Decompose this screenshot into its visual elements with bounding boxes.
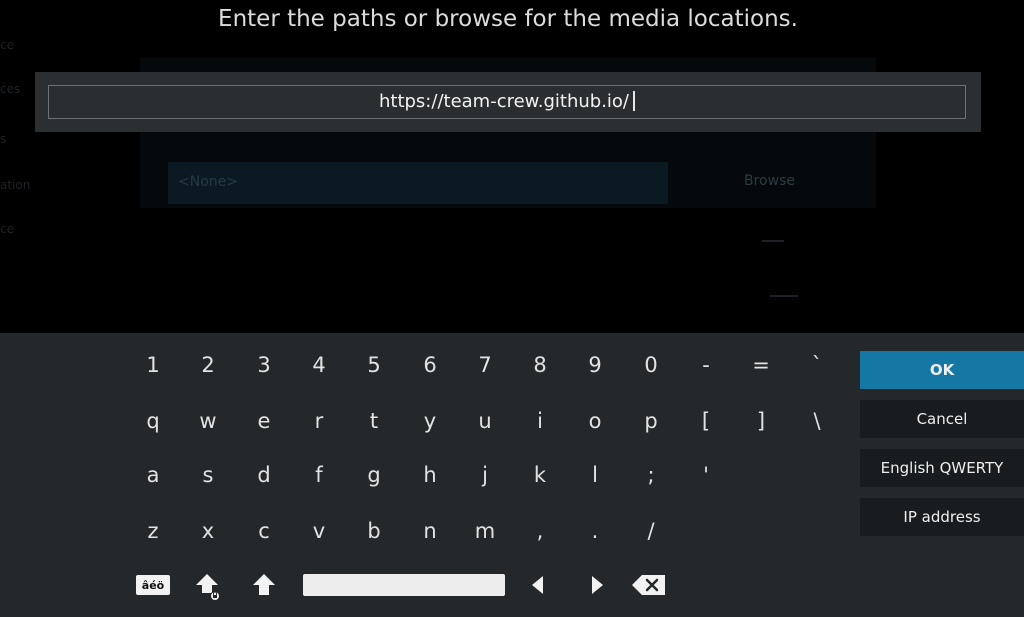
key[interactable]: x bbox=[183, 511, 233, 551]
background-browse-button: Browse bbox=[744, 173, 795, 189]
shift-key[interactable] bbox=[250, 572, 278, 598]
key[interactable]: q bbox=[128, 401, 178, 441]
key[interactable]: 8 bbox=[515, 345, 565, 385]
background-side-label: s bbox=[0, 132, 7, 146]
backspace-icon bbox=[632, 575, 665, 595]
key[interactable]: 1 bbox=[128, 345, 178, 385]
background-side-label: ce bbox=[0, 38, 14, 52]
key[interactable]: f bbox=[294, 455, 344, 495]
key[interactable]: 0 bbox=[626, 345, 676, 385]
key[interactable]: ] bbox=[736, 401, 786, 441]
shift-icon bbox=[253, 574, 275, 595]
cursor-right-key[interactable] bbox=[586, 574, 608, 596]
key[interactable]: i bbox=[515, 401, 565, 441]
key[interactable]: 4 bbox=[294, 345, 344, 385]
background-side-label: ces bbox=[0, 82, 21, 96]
key[interactable]: j bbox=[460, 455, 510, 495]
key[interactable]: [ bbox=[681, 401, 731, 441]
text-caret bbox=[633, 91, 635, 111]
key[interactable]: g bbox=[349, 455, 399, 495]
key[interactable]: ; bbox=[626, 455, 676, 495]
key[interactable]: ` bbox=[792, 345, 842, 385]
key[interactable]: n bbox=[405, 511, 455, 551]
background-side-label: ce bbox=[0, 222, 14, 236]
key[interactable]: k bbox=[515, 455, 565, 495]
arrow-right-icon bbox=[592, 576, 603, 594]
key[interactable]: 9 bbox=[570, 345, 620, 385]
key[interactable]: ' bbox=[681, 455, 731, 495]
key[interactable]: m bbox=[460, 511, 510, 551]
cursor-left-key[interactable] bbox=[527, 574, 549, 596]
caps-lock-key[interactable] bbox=[193, 571, 223, 601]
keyboard-layout-button[interactable]: English QWERTY bbox=[860, 449, 1024, 487]
key[interactable]: = bbox=[736, 345, 786, 385]
space-key[interactable] bbox=[303, 574, 505, 596]
key[interactable]: y bbox=[405, 401, 455, 441]
key[interactable]: , bbox=[515, 511, 565, 551]
key[interactable]: t bbox=[349, 401, 399, 441]
key[interactable]: 3 bbox=[239, 345, 289, 385]
background-divider bbox=[770, 295, 798, 297]
ip-address-button[interactable]: IP address bbox=[860, 498, 1024, 536]
background-path-field bbox=[168, 162, 668, 204]
key[interactable]: p bbox=[626, 401, 676, 441]
key[interactable]: 5 bbox=[349, 345, 399, 385]
key[interactable]: d bbox=[239, 455, 289, 495]
key[interactable]: . bbox=[570, 511, 620, 551]
background-side-label: ation bbox=[0, 178, 31, 192]
caps-lock-icon bbox=[196, 574, 220, 601]
background-divider bbox=[762, 240, 784, 242]
accented-chars-key[interactable]: âéö bbox=[136, 575, 170, 595]
key[interactable]: e bbox=[239, 401, 289, 441]
key[interactable]: a bbox=[128, 455, 178, 495]
dialog-heading: Enter the paths or browse for the media … bbox=[218, 6, 798, 32]
key[interactable]: c bbox=[239, 511, 289, 551]
key[interactable]: 7 bbox=[460, 345, 510, 385]
key[interactable]: r bbox=[294, 401, 344, 441]
key[interactable]: z bbox=[128, 511, 178, 551]
key[interactable]: - bbox=[681, 345, 731, 385]
key[interactable]: u bbox=[460, 401, 510, 441]
key[interactable]: o bbox=[570, 401, 620, 441]
key[interactable]: 6 bbox=[405, 345, 455, 385]
key[interactable]: h bbox=[405, 455, 455, 495]
background-path-placeholder: <None> bbox=[178, 174, 238, 190]
key[interactable]: / bbox=[626, 511, 676, 551]
key[interactable]: s bbox=[183, 455, 233, 495]
key[interactable]: b bbox=[349, 511, 399, 551]
cancel-button[interactable]: Cancel bbox=[860, 400, 1024, 438]
key[interactable]: w bbox=[183, 401, 233, 441]
key[interactable]: l bbox=[570, 455, 620, 495]
key[interactable]: \ bbox=[792, 401, 842, 441]
ok-button[interactable]: OK bbox=[860, 351, 1024, 389]
key[interactable]: 2 bbox=[183, 345, 233, 385]
arrow-left-icon bbox=[532, 576, 543, 594]
url-input[interactable]: https://team-crew.github.io/ bbox=[48, 85, 966, 119]
backspace-key[interactable] bbox=[631, 573, 667, 597]
url-input-value: https://team-crew.github.io/ bbox=[378, 91, 629, 112]
key[interactable]: v bbox=[294, 511, 344, 551]
